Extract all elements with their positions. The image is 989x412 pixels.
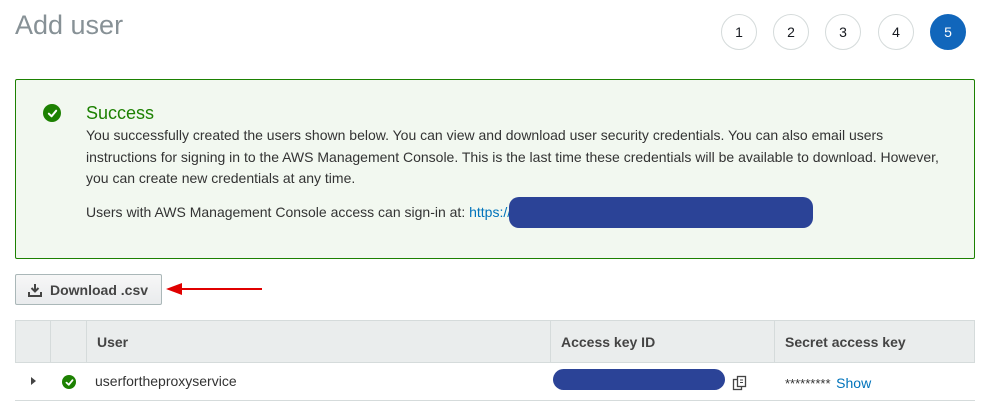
download-csv-label: Download .csv xyxy=(50,281,149,298)
user-column-header[interactable]: User xyxy=(86,321,550,362)
credentials-table: User Access key ID Secret access key use… xyxy=(15,320,975,401)
page-title: Add user xyxy=(15,10,124,40)
success-status-icon xyxy=(62,375,76,389)
alert-title: Success xyxy=(86,103,155,123)
step-3[interactable]: 3 xyxy=(825,14,861,50)
check-circle-icon xyxy=(43,104,61,122)
download-icon xyxy=(28,283,42,297)
signin-label: Users with AWS Management Console access… xyxy=(86,204,470,220)
annotation-arrow xyxy=(166,283,262,295)
secret-masked-value: ********* xyxy=(785,376,831,391)
wizard-steps: 1 2 3 4 5 xyxy=(720,14,980,50)
show-secret-link[interactable]: Show xyxy=(836,375,871,391)
table-header: User Access key ID Secret access key xyxy=(15,320,975,363)
signin-url-link[interactable]: https:// xyxy=(469,204,511,220)
step-1[interactable]: 1 xyxy=(721,14,757,50)
step-5-current[interactable]: 5 xyxy=(930,14,966,50)
download-csv-button[interactable]: Download .csv xyxy=(15,274,162,305)
signin-url-line: Users with AWS Management Console access… xyxy=(86,204,511,220)
user-name-cell: userfortheproxyservice xyxy=(95,373,237,389)
status-column-header xyxy=(50,321,86,362)
alert-message: You successfully created the users shown… xyxy=(86,127,939,186)
secret-key-column-header[interactable]: Secret access key xyxy=(774,321,976,362)
access-key-column-header[interactable]: Access key ID xyxy=(550,321,774,362)
step-2[interactable]: 2 xyxy=(773,14,809,50)
copy-icon[interactable] xyxy=(732,375,748,391)
table-row: userfortheproxyservice ********* Show xyxy=(15,363,975,401)
expand-column-header xyxy=(16,321,50,362)
success-alert: Success You successfully created the use… xyxy=(15,79,975,259)
redacted-signin-url xyxy=(509,197,813,228)
redacted-access-key xyxy=(553,369,725,390)
secret-key-cell: ********* Show xyxy=(785,375,871,391)
step-4[interactable]: 4 xyxy=(878,14,914,50)
expand-row-icon[interactable] xyxy=(31,377,36,385)
